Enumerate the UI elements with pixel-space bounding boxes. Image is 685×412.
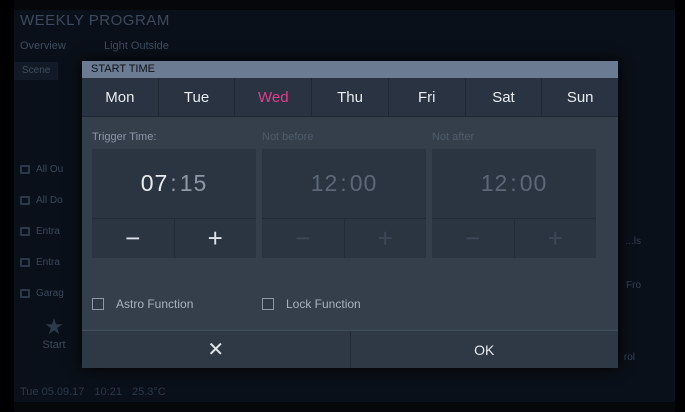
list-item[interactable]: All Do [14,185,84,216]
list-item-label: Entra [36,257,60,268]
not-after-minutes: 00 [519,169,548,196]
list-item[interactable]: Entra [14,216,84,247]
not-after-value: 12:00 [432,148,596,218]
folder-icon [20,165,30,174]
folder-icon [20,258,30,267]
subtab-scene[interactable]: Scene [14,62,59,80]
not-after-hours: 12 [480,169,509,196]
dialog-footer: ✕ OK [82,330,618,368]
dialog-body: Trigger Time: 07:15 − + Not before 12:00 [82,117,618,329]
ok-button[interactable]: OK [349,331,619,368]
trigger-time-decrement-button[interactable]: − [92,219,175,258]
day-thu[interactable]: Thu [312,78,389,116]
background-right-label-3: rol [623,352,635,363]
not-after-controls: − + [432,218,596,258]
not-before-minutes: 00 [349,169,378,196]
list-item[interactable]: Entra [14,247,84,278]
not-before-controls: − + [262,218,426,258]
list-item[interactable]: All Ou [14,154,84,185]
folder-icon [20,196,30,205]
time-separator: : [170,169,178,196]
app-title: WEEKLY PROGRAM [20,12,170,29]
background-right-label-2: Fro [626,280,641,291]
trigger-time-box: 07:15 − + [92,148,256,258]
trigger-time-controls: − + [92,218,256,258]
trigger-time-increment-button[interactable]: + [175,219,257,258]
list-item-label: All Ou [36,164,64,175]
status-temperature: 25.3°C [131,386,166,398]
tab-light-outside[interactable]: Light Outside [104,40,169,52]
lock-function-option[interactable]: Lock Function [262,297,361,311]
day-mon[interactable]: Mon [82,78,159,116]
background-right-label-1: ...ls [625,236,641,247]
trigger-time-value: 07:15 [92,148,256,218]
list-item-label: Entra [36,226,60,237]
trigger-time-label: Trigger Time: [92,131,157,143]
list-item-label: Garag [36,288,64,299]
tab-overview[interactable]: Overview [20,40,66,52]
astro-function-option[interactable]: Astro Function [92,297,193,311]
lock-function-label: Lock Function [286,297,361,311]
start-button[interactable]: ★ Start [34,314,74,352]
time-separator: : [340,169,348,196]
options-row: Astro Function Lock Function [92,297,592,315]
trigger-time-section: Trigger Time: 07:15 − + [92,131,256,258]
cancel-button[interactable]: ✕ [82,331,350,368]
not-after-label: Not after [432,131,475,143]
trigger-time-minutes: 15 [179,169,208,196]
folder-icon [20,289,30,298]
not-after-box: 12:00 − + [432,148,596,258]
lock-function-checkbox[interactable] [262,298,274,310]
not-before-decrement-button[interactable]: − [262,219,345,258]
not-before-increment-button[interactable]: + [345,219,427,258]
app-tabs: Overview Light Outside [14,40,675,58]
trigger-time-hours: 07 [140,169,169,196]
screen: WEEKLY PROGRAM Overview Light Outside Sc… [0,0,685,412]
not-before-box: 12:00 − + [262,148,426,258]
not-after-section: Not after 12:00 − + [432,131,596,258]
not-before-section: Not before 12:00 − + [262,131,426,258]
day-selector: Mon Tue Wed Thu Fri Sat Sun [82,78,618,117]
star-icon: ★ [44,314,64,339]
time-separator: : [510,169,518,196]
not-after-decrement-button[interactable]: − [432,219,515,258]
not-before-value: 12:00 [262,148,426,218]
dialog-title: START TIME [82,61,618,78]
start-time-dialog: START TIME Mon Tue Wed Thu Fri Sat Sun T… [82,61,618,368]
start-label: Start [42,339,66,351]
status-time: 10:21 [94,386,122,398]
close-icon: ✕ [207,339,225,361]
day-wed[interactable]: Wed [235,78,313,116]
bezel-right [675,0,685,412]
astro-function-label: Astro Function [116,297,194,311]
app-list: All Ou All Do Entra Entra Garag [14,154,84,309]
day-sat[interactable]: Sat [466,78,543,116]
not-before-label: Not before [262,131,314,143]
bezel-left [0,0,14,412]
day-sun[interactable]: Sun [542,78,618,116]
status-date: Tue 05.09.17 [20,386,85,398]
day-tue[interactable]: Tue [159,78,236,116]
not-after-increment-button[interactable]: + [515,219,597,258]
not-before-hours: 12 [310,169,339,196]
status-bar: Tue 05.09.17 10:21 25.3°C [14,382,675,402]
day-fri[interactable]: Fri [389,78,466,116]
list-item[interactable]: Garag [14,278,84,309]
astro-function-checkbox[interactable] [92,298,104,310]
list-item-label: All Do [36,195,63,206]
folder-icon [20,227,30,236]
